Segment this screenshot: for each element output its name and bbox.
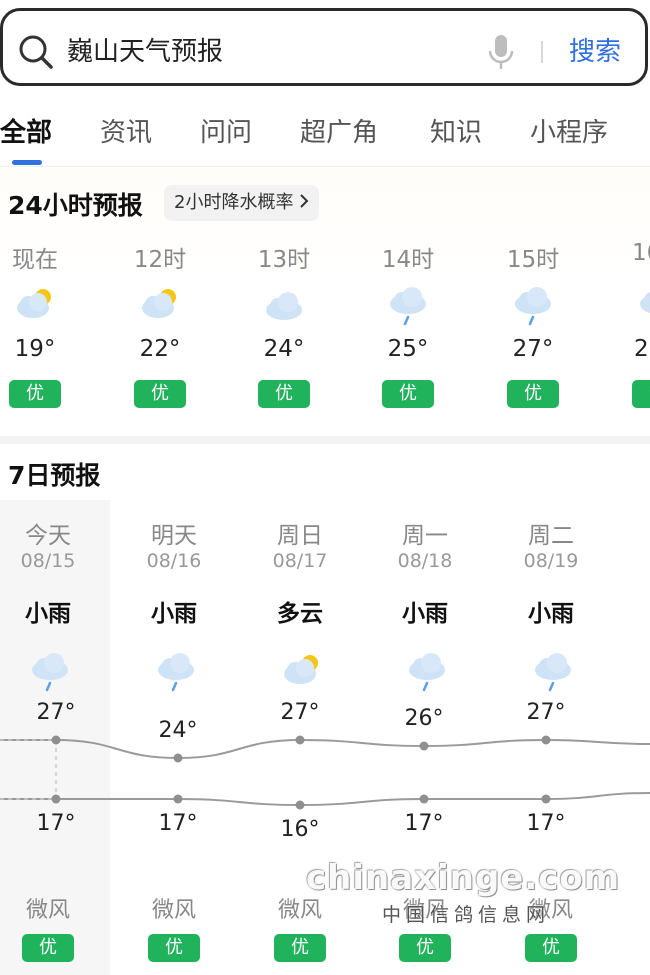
chevron-right-icon (299, 192, 309, 213)
hour-temp: 22° (139, 336, 181, 362)
hour-label: 14时 (381, 247, 435, 273)
high-temp-line (0, 738, 650, 760)
high-temp-point (419, 741, 429, 751)
tab-news[interactable]: 资讯 (100, 112, 152, 149)
tab-knowledge[interactable]: 知识 (430, 112, 482, 149)
search-icon (17, 33, 55, 75)
light-rain-icon (636, 284, 650, 332)
aqi-badge: 优 (134, 380, 186, 408)
precipitation-chip-label: 2小时降水概率 (174, 192, 294, 213)
low-temp-label: 17° (526, 811, 566, 836)
hour-label: 12时 (133, 247, 187, 273)
low-temp-label: 17° (36, 811, 76, 836)
aqi-badge: 优 (507, 380, 559, 408)
precipitation-chip[interactable]: 2小时降水概率 (164, 185, 320, 221)
partly-cloudy-icon (138, 284, 182, 328)
aqi-badge: 优 (9, 380, 61, 408)
hour-item[interactable]: 16 2 优 (626, 168, 650, 436)
light-rain-icon (511, 284, 555, 332)
high-temp-label: 26° (404, 706, 444, 731)
today-guide-line (0, 739, 57, 800)
low-temp-point (295, 800, 305, 810)
hourly-forecast-card: 24小时预报 2小时降水概率 现在 19° 优 12时 22° 优 13时 24… (0, 168, 650, 436)
divider (541, 41, 543, 63)
light-rain-icon (386, 284, 430, 332)
hour-temp: 27° (512, 336, 554, 362)
low-temp-label: 16° (280, 817, 320, 842)
tab-mini-programs[interactable]: 小程序 (530, 112, 608, 149)
hour-label: 13时 (257, 247, 311, 273)
tab-bar: 全部 资讯 问问 超广角 知识 小程序 (0, 108, 650, 166)
search-button[interactable]: 搜索 (569, 31, 621, 68)
partly-cloudy-icon (13, 284, 57, 328)
cloudy-icon (262, 284, 306, 328)
hour-temp: 2 (634, 336, 649, 362)
low-temp-point (51, 794, 61, 804)
low-temp-label: 17° (404, 811, 444, 836)
tab-all[interactable]: 全部 (0, 112, 52, 149)
low-temp-point (419, 794, 429, 804)
high-temp-label: 24° (158, 718, 198, 743)
hour-label: 15时 (506, 247, 560, 273)
aqi-badge: 优 (258, 380, 310, 408)
high-temp-point (541, 735, 551, 745)
low-temp-line (0, 792, 650, 807)
active-tab-indicator (12, 160, 42, 165)
low-temp-point (173, 794, 183, 804)
watermark: chinaxinge.com (306, 858, 621, 898)
hour-temp: 19° (14, 336, 56, 362)
hour-temp: 24° (263, 336, 305, 362)
aqi-badge: 优 (632, 380, 650, 408)
hour-label: 16 (632, 240, 650, 266)
low-temp-point (541, 794, 551, 804)
low-temp-label: 17° (158, 811, 198, 836)
high-temp-label: 27° (36, 700, 76, 725)
hour-temp: 25° (387, 336, 429, 362)
high-temp-point (295, 735, 305, 745)
high-temp-point (51, 735, 61, 745)
section-divider (0, 436, 650, 444)
watermark-subtext: 中国信鸽信息网 (382, 904, 551, 926)
tab-wide-angle[interactable]: 超广角 (300, 112, 378, 149)
hourly-title: 24小时预报 (8, 191, 143, 220)
tab-ask[interactable]: 问问 (200, 112, 252, 149)
high-temp-label: 27° (280, 700, 320, 725)
aqi-badge: 优 (382, 380, 434, 408)
high-temp-label: 27° (526, 700, 566, 725)
search-input[interactable]: 巍山天气预报 (67, 31, 223, 68)
search-bar[interactable]: 巍山天气预报 搜索 (0, 8, 648, 86)
hour-label: 现在 (12, 247, 58, 273)
divider (0, 166, 650, 167)
microphone-icon[interactable] (487, 33, 515, 75)
high-temp-point (173, 753, 183, 763)
